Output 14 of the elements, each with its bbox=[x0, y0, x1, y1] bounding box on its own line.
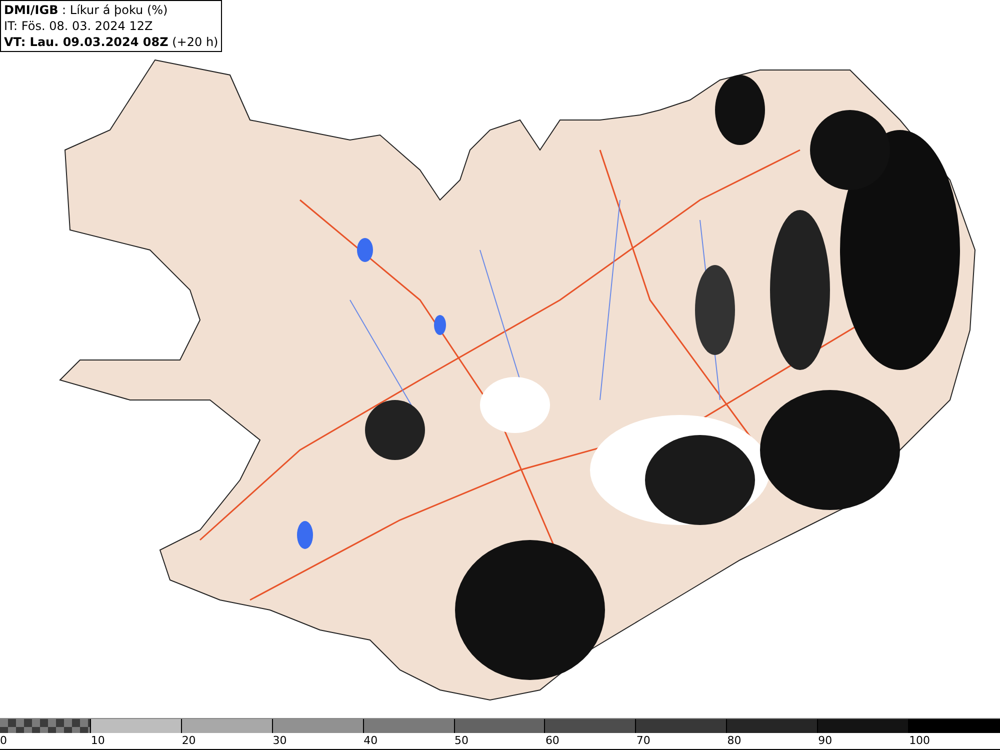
legend-label: 100 bbox=[909, 733, 930, 749]
header-line: DMI/IGB : Líkur á þoku (%) bbox=[4, 2, 169, 18]
legend-label: 50 bbox=[454, 733, 469, 749]
legend-label: 80 bbox=[727, 733, 742, 749]
header-line: IT: Fös. 08. 03. 2024 12Z bbox=[4, 18, 154, 34]
legend-label: 90 bbox=[818, 733, 832, 749]
legend-label: 70 bbox=[636, 733, 650, 749]
header-line: VT: Lau. 09.03.2024 08Z (+20 h) bbox=[4, 34, 218, 50]
legend-label: 20 bbox=[182, 733, 196, 749]
legend-label: 0 bbox=[0, 733, 7, 749]
legend-label: 30 bbox=[272, 733, 287, 749]
legend-label: 40 bbox=[364, 733, 378, 749]
legend-label: 10 bbox=[90, 733, 105, 749]
legend-label: 60 bbox=[545, 733, 560, 749]
